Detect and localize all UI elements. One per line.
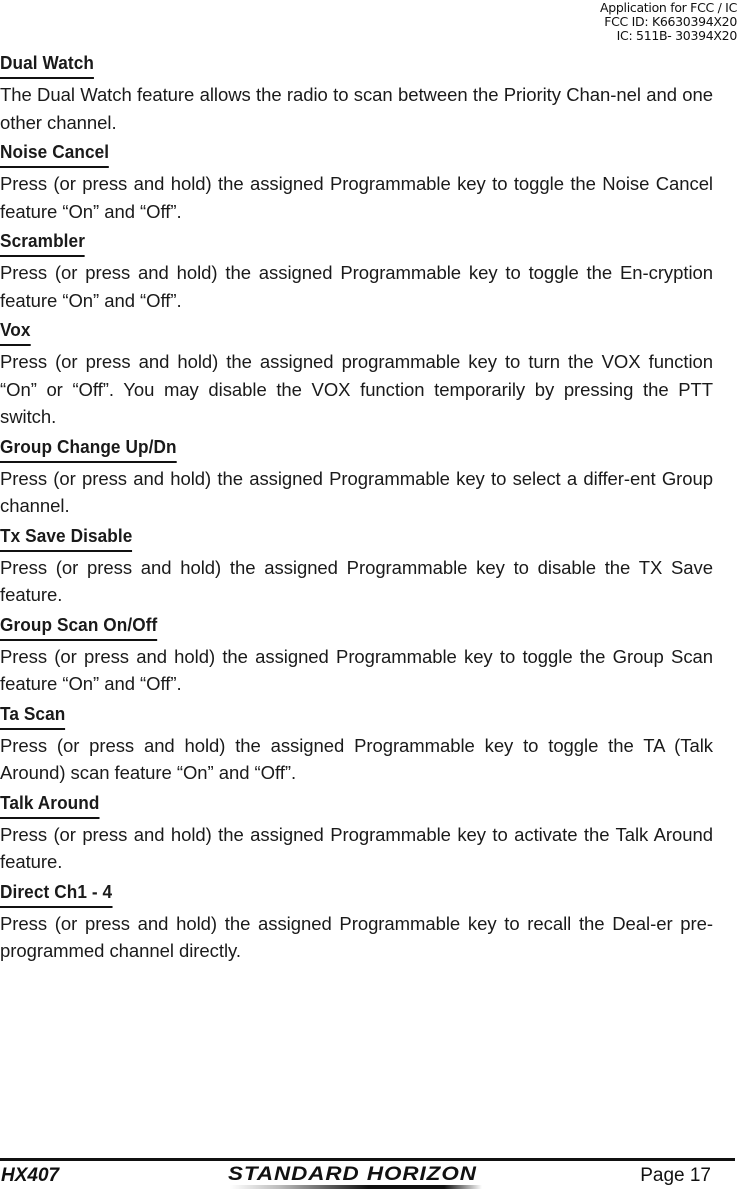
section-scrambler: Scrambler Press (or press and hold) the …	[0, 230, 713, 314]
section-heading: Vox	[0, 319, 31, 346]
page-number: Page 17	[640, 1165, 711, 1186]
section-body: Press (or press and hold) the assigned P…	[0, 823, 713, 873]
ic-id-line: IC: 511B- 30394X20	[616, 28, 738, 43]
section-heading: Ta Scan	[0, 703, 66, 730]
brand-logo: STANDARD HORIZON	[228, 1165, 484, 1189]
section-body: Press (or press and hold) the assigned P…	[0, 645, 713, 695]
fcc-application-stamp: Application for FCC / IC FCC ID: K663039…	[600, 1, 737, 43]
section-heading: Dual Watch	[0, 52, 94, 79]
section-heading: Group Change Up/Dn	[0, 436, 177, 463]
section-body: Press (or press and hold) the assigned P…	[0, 912, 713, 962]
section-noise-cancel: Noise Cancel Press (or press and hold) t…	[0, 141, 713, 225]
section-group-change: Group Change Up/Dn Press (or press and h…	[0, 436, 713, 520]
fcc-id-line: FCC ID: K6630394X20	[604, 14, 737, 29]
section-body: Press (or press and hold) the assigned p…	[0, 351, 713, 427]
section-heading: Tx Save Disable	[0, 525, 133, 552]
section-heading: Noise Cancel	[0, 141, 110, 168]
page-content: Dual Watch The Dual Watch feature allows…	[0, 52, 713, 970]
section-heading: Talk Around	[0, 792, 100, 819]
section-body: Press (or press and hold) the assigned P…	[0, 556, 713, 606]
fcc-stamp-line-1: Application for FCC / IC	[600, 0, 737, 15]
section-body: Press (or press and hold) the assigned P…	[0, 173, 713, 222]
brand-logo-text: STANDARD HORIZON	[228, 1164, 477, 1185]
section-tx-save-disable: Tx Save Disable Press (or press and hold…	[0, 525, 713, 609]
section-group-scan: Group Scan On/Off Press (or press and ho…	[0, 614, 713, 698]
section-body: Press (or press and hold) the assigned P…	[0, 734, 713, 784]
section-direct-ch: Direct Ch1 - 4 Press (or press and hold)…	[0, 881, 713, 965]
section-heading: Scrambler	[0, 230, 86, 257]
brand-logo-swoosh	[230, 1185, 482, 1189]
section-ta-scan: Ta Scan Press (or press and hold) the as…	[0, 703, 713, 787]
section-vox: Vox Press (or press and hold) the assign…	[0, 319, 713, 431]
section-body: The Dual Watch feature allows the radio …	[0, 84, 713, 133]
section-body: Press (or press and hold) the assigned P…	[0, 467, 713, 517]
section-talk-around: Talk Around Press (or press and hold) th…	[0, 792, 713, 876]
footer-divider	[0, 1158, 735, 1161]
section-dual-watch: Dual Watch The Dual Watch feature allows…	[0, 52, 713, 136]
section-heading: Direct Ch1 - 4	[0, 881, 113, 908]
section-heading: Group Scan On/Off	[0, 614, 158, 641]
section-body: Press (or press and hold) the assigned P…	[0, 262, 713, 311]
footer-model-name: HX407	[1, 1165, 60, 1186]
